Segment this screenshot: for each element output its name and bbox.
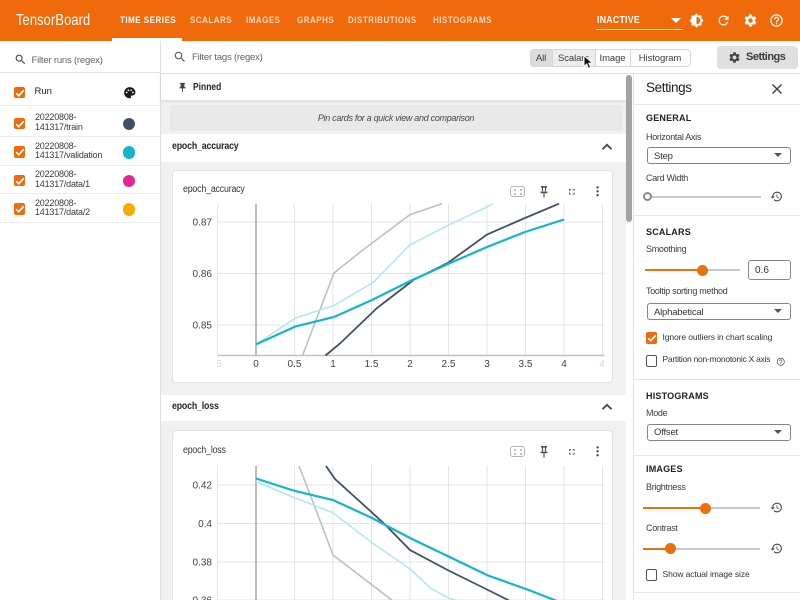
svg-text:0: 0 bbox=[253, 359, 259, 370]
svg-text:3: 3 bbox=[484, 359, 490, 370]
svg-text:3.5: 3.5 bbox=[519, 359, 533, 370]
svg-text:4: 4 bbox=[561, 359, 567, 370]
svg-text:0.85: 0.85 bbox=[193, 321, 213, 332]
svg-text:2: 2 bbox=[407, 359, 413, 370]
svg-text:0.4: 0.4 bbox=[198, 519, 212, 530]
svg-text:0.36: 0.36 bbox=[193, 596, 213, 600]
svg-text:0.42: 0.42 bbox=[193, 481, 213, 492]
svg-text:1: 1 bbox=[330, 359, 336, 370]
svg-text:2.5: 2.5 bbox=[442, 359, 456, 370]
svg-text:1.5: 1.5 bbox=[365, 359, 379, 370]
svg-text:0.87: 0.87 bbox=[193, 218, 213, 229]
svg-text:5: 5 bbox=[216, 359, 222, 370]
svg-text:0.38: 0.38 bbox=[193, 558, 213, 569]
svg-text:4: 4 bbox=[599, 359, 605, 370]
svg-text:0.86: 0.86 bbox=[193, 269, 213, 280]
svg-text:0.5: 0.5 bbox=[288, 359, 302, 370]
